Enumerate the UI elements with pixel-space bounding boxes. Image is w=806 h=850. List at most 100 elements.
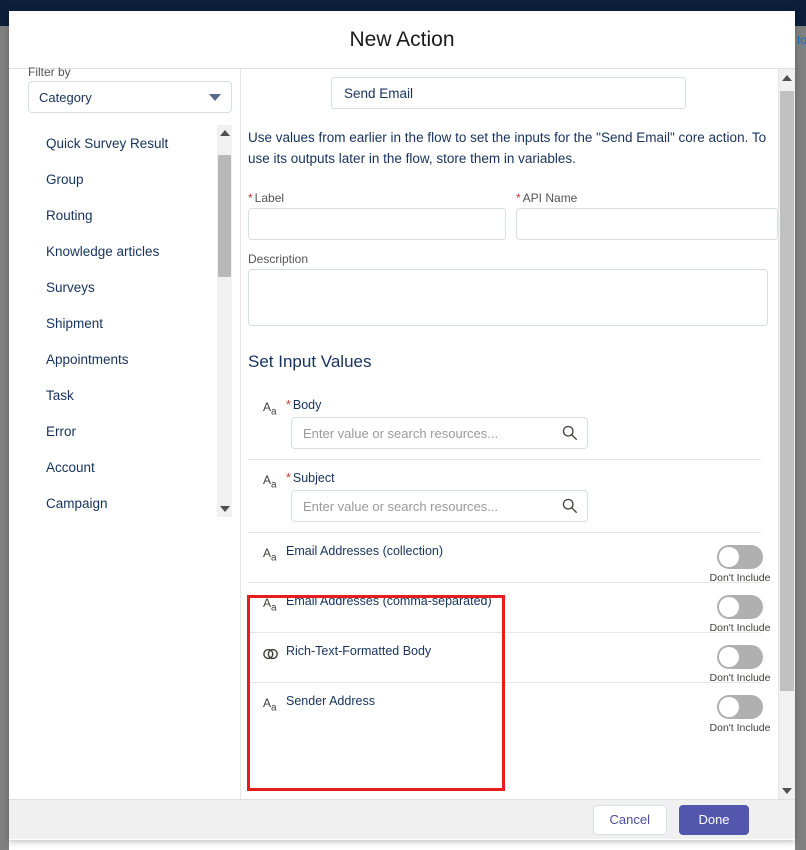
sidebar-item-label: Account <box>46 459 95 475</box>
label-api-row: * Label * API Name <box>248 191 778 240</box>
body-resource-input[interactable] <box>291 417 588 449</box>
input-row-sender-address: Aa Sender Address Don't Include <box>248 682 770 734</box>
category-list-container: Quick Survey Result Group Routing Knowle… <box>28 125 232 517</box>
sidebar-item-shipment[interactable]: Shipment <box>28 305 217 341</box>
include-toggle-group: Don't Include <box>705 645 775 684</box>
input-row-content: * Subject <box>286 471 761 522</box>
input-row-email-addresses-comma-separated: Aa Email Addresses (comma-separated) Don… <box>248 582 770 634</box>
description-field-group: Description <box>248 252 768 331</box>
input-row-label: Rich-Text-Formatted Body <box>286 644 432 658</box>
required-asterisk: * <box>286 398 291 412</box>
sidebar-item-label: Surveys <box>46 279 95 295</box>
input-row-rich-text-formatted-body: Rich-Text-Formatted Body Don't Include <box>248 632 770 684</box>
chevron-down-icon <box>209 93 221 101</box>
sidebar-item-appointments[interactable]: Appointments <box>28 341 217 377</box>
text-type-icon: Aa <box>263 400 277 418</box>
sidebar-item-quick-survey-result[interactable]: Quick Survey Result <box>28 125 217 161</box>
sidebar-item-label: Group <box>46 171 84 187</box>
filter-by-label: Filter by <box>28 65 71 79</box>
include-toggle[interactable] <box>717 595 763 619</box>
toggle-knob <box>719 597 739 617</box>
input-row-label: Email Addresses (comma-separated) <box>286 594 492 608</box>
api-name-input[interactable] <box>516 208 778 240</box>
scroll-up-icon[interactable] <box>779 69 795 86</box>
set-input-values-heading: Set Input Values <box>248 352 372 371</box>
sidebar-item-label: Task <box>46 387 74 403</box>
toggle-knob <box>719 697 739 717</box>
input-row-subject: Aa * Subject <box>248 459 761 532</box>
selected-action-combobox[interactable]: Send Email <box>331 77 686 109</box>
category-filter-select[interactable]: Category <box>28 81 232 113</box>
sidebar-item-account[interactable]: Account <box>28 449 217 485</box>
sidebar-item-routing[interactable]: Routing <box>28 197 217 233</box>
modal-footer: Cancel Done <box>9 799 795 839</box>
modal-header: New Action <box>9 11 795 69</box>
cancel-button[interactable]: Cancel <box>592 804 667 835</box>
input-row-label: * Body <box>286 398 322 412</box>
boolean-type-icon <box>248 644 286 663</box>
sidebar-item-label: Appointments <box>46 351 129 367</box>
required-asterisk: * <box>516 191 521 205</box>
include-toggle-group: Don't Include <box>705 695 775 734</box>
label-input[interactable] <box>248 208 506 240</box>
sidebar-item-group[interactable]: Group <box>28 161 217 197</box>
main-content-scrollbar[interactable] <box>778 69 795 799</box>
action-detail-panel: Send Email Use values from earlier in th… <box>241 69 795 799</box>
resource-input-wrapper <box>291 417 588 449</box>
category-list[interactable]: Quick Survey Result Group Routing Knowle… <box>28 125 217 517</box>
include-toggle[interactable] <box>717 545 763 569</box>
modal-backdrop-right <box>795 26 806 850</box>
sidebar-item-label: Knowledge articles <box>46 243 160 259</box>
text-type-icon: Aa <box>263 696 277 714</box>
text-type-icon: Aa <box>263 473 277 491</box>
new-action-modal: New Action Filter by Category Quick Surv… <box>9 11 795 840</box>
sidebar-item-task[interactable]: Task <box>28 377 217 413</box>
description-textarea[interactable] <box>248 269 768 326</box>
category-list-scrollbar[interactable] <box>217 125 232 517</box>
input-values-list: Aa * Body Enter value or search resource… <box>248 387 770 734</box>
required-asterisk: * <box>286 471 291 485</box>
sidebar-item-label: Routing <box>46 207 93 223</box>
triangle-down-icon <box>219 506 230 512</box>
input-row-content: * Body <box>286 398 761 449</box>
input-row-content: Rich-Text-Formatted Body <box>286 644 761 663</box>
sidebar-item-campaign[interactable]: Campaign <box>28 485 217 517</box>
input-row-label: Email Addresses (collection) <box>286 544 444 558</box>
scrollbar-thumb[interactable] <box>218 155 231 277</box>
text-type-icon: Aa <box>263 596 277 614</box>
done-button[interactable]: Done <box>679 804 749 835</box>
scroll-down-icon[interactable] <box>217 501 232 517</box>
sidebar-item-surveys[interactable]: Surveys <box>28 269 217 305</box>
input-row-content: Email Addresses (collection) <box>286 544 761 563</box>
api-name-field-group: * API Name <box>516 191 778 240</box>
toggle-knob <box>719 547 739 567</box>
input-row-email-addresses-collection: Aa Email Addresses (collection) Don't In… <box>248 532 770 584</box>
category-filter-value: Category <box>39 89 92 105</box>
scroll-down-icon[interactable] <box>779 782 795 799</box>
api-name-field-label: * API Name <box>516 191 578 205</box>
include-toggle[interactable] <box>717 645 763 669</box>
toggle-state-label: Don't Include <box>709 722 771 734</box>
subject-resource-input[interactable] <box>291 490 588 522</box>
input-row-label: * Subject <box>286 471 335 485</box>
page-title: New Action <box>349 27 455 51</box>
include-toggle-group: Don't Include <box>705 545 775 584</box>
triangle-up-icon <box>219 130 230 136</box>
input-row-content: Email Addresses (comma-separated) <box>286 594 761 613</box>
toggle-knob <box>719 647 739 667</box>
sidebar-item-knowledge-articles[interactable]: Knowledge articles <box>28 233 217 269</box>
sidebar-item-label: Quick Survey Result <box>46 135 169 151</box>
triangle-up-icon <box>782 74 792 81</box>
scrollbar-thumb[interactable] <box>780 91 794 691</box>
screen: to New Action Filter by Category Quick S… <box>0 0 806 850</box>
resource-input-wrapper <box>291 490 588 522</box>
label-field-label: * Label <box>248 191 285 205</box>
include-toggle[interactable] <box>717 695 763 719</box>
sidebar-item-error[interactable]: Error <box>28 413 217 449</box>
input-row-body: Aa * Body <box>248 387 761 459</box>
include-toggle-group: Don't Include <box>705 595 775 634</box>
text-type-icon: Aa <box>263 546 277 564</box>
scroll-up-icon[interactable] <box>217 125 232 141</box>
required-asterisk: * <box>248 191 253 205</box>
description-field-label: Description <box>248 252 309 266</box>
